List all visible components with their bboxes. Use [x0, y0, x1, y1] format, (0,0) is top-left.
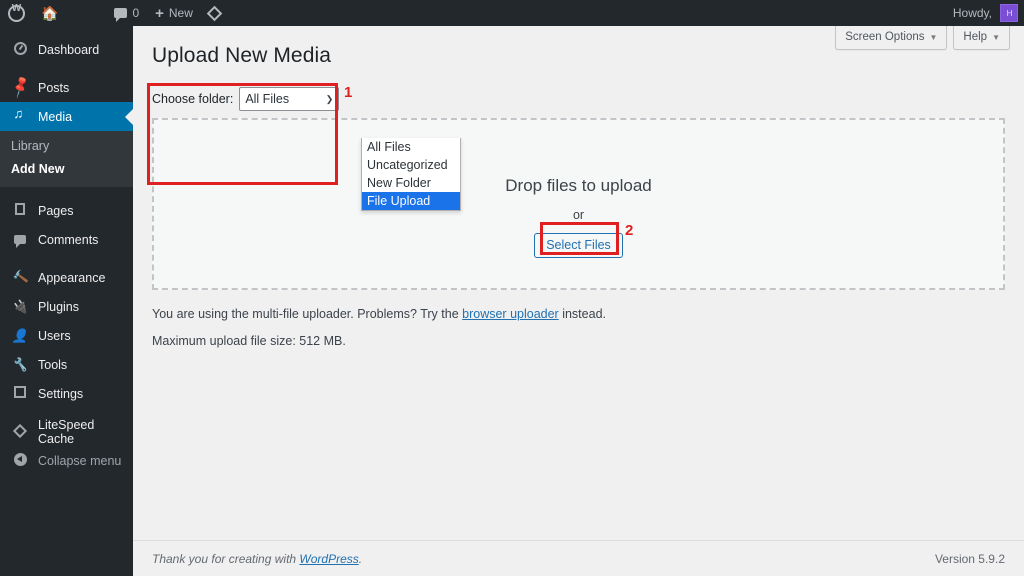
footer-thanks: Thank you for creating with WordPress. [152, 552, 362, 566]
sidebar-item-litespeed-cache[interactable]: LiteSpeed Cache [0, 417, 133, 446]
media-submenu: Library Add New [0, 131, 133, 187]
comments-count: 0 [132, 6, 140, 20]
sidebar-item-posts[interactable]: 📌 Posts [0, 73, 133, 102]
plus-icon: + [155, 4, 164, 22]
annotation-number-2: 2 [625, 222, 634, 239]
choose-folder-row: Choose folder: All Files ❯ [152, 87, 340, 111]
comments-menu[interactable]: 0 [106, 0, 147, 26]
choose-folder-dropdown-list[interactable]: All Files Uncategorized New Folder File … [361, 138, 461, 211]
new-content-menu[interactable]: + New [147, 0, 201, 26]
screen-meta-links: Screen Options ▼ Help ▼ [835, 26, 1010, 50]
choose-folder-selected-value: All Files [245, 92, 290, 106]
wordpress-logo-icon [8, 4, 25, 22]
select-files-button[interactable]: Select Files [534, 233, 623, 258]
dropzone-or-label: or [572, 208, 585, 222]
site-name-menu[interactable]: 🏠 [33, 0, 66, 26]
sidebar-item-label: LiteSpeed Cache [38, 417, 95, 446]
sidebar-item-label: Dashboard [38, 42, 100, 57]
sidebar-item-pages[interactable]: Pages [0, 196, 133, 225]
comments-icon [11, 232, 29, 248]
comment-bubble-icon [114, 8, 128, 22]
help-label: Help [963, 31, 988, 43]
sidebar-item-label: Users [38, 328, 71, 343]
litespeed-menu[interactable] [201, 0, 228, 26]
plugins-plug-icon: 🔌 [11, 298, 29, 314]
sidebar-item-label: Posts [38, 80, 70, 95]
dropdown-option-all-files[interactable]: All Files [362, 138, 460, 156]
wp-logo-menu[interactable] [0, 0, 33, 26]
appearance-brush-icon: 🔨 [9, 267, 30, 287]
admin-footer: Thank you for creating with WordPress. V… [133, 540, 1024, 576]
pages-icon [11, 203, 29, 218]
new-content-label: New [168, 6, 193, 20]
screen-options-button[interactable]: Screen Options ▼ [835, 26, 948, 50]
sidebar-item-label: Tools [38, 357, 68, 372]
litespeed-diamond-icon [11, 423, 29, 439]
choose-folder-select[interactable]: All Files ❯ [239, 87, 340, 111]
footer-version: Version 5.9.2 [934, 551, 1005, 566]
wordpress-link[interactable]: WordPress [299, 552, 358, 566]
admin-bar-right: Howdy, H [945, 0, 1024, 26]
chevron-down-icon: ▼ [992, 32, 1000, 42]
sidebar-item-label: Plugins [38, 299, 79, 314]
page-title: Upload New Media [152, 44, 332, 67]
sidebar-item-label: Pages [38, 203, 74, 218]
litespeed-diamond-icon [206, 5, 223, 21]
uploader-note-text-before: You are using the multi-file uploader. P… [152, 307, 463, 321]
dropdown-option-uncategorized[interactable]: Uncategorized [362, 156, 460, 174]
dropdown-option-file-upload[interactable]: File Upload [362, 192, 460, 210]
sidebar-item-users[interactable]: 👤 Users [0, 321, 133, 350]
max-upload-size-note: Maximum upload file size: 512 MB. [152, 334, 346, 348]
screen-options-label: Screen Options [845, 31, 925, 43]
sidebar-item-collapse-menu[interactable]: Collapse menu [0, 446, 133, 475]
chevron-down-icon: ▼ [929, 32, 938, 42]
sidebar-item-label: Collapse menu [38, 453, 122, 468]
settings-sliders-icon [11, 386, 29, 401]
sidebar-item-label: Settings [38, 386, 84, 401]
uploader-note-text-after: instead. [558, 307, 606, 321]
tools-wrench-icon: 🔧 [11, 356, 29, 372]
footer-thanks-before: Thank you for creating with [152, 551, 300, 566]
dropdown-option-new-folder[interactable]: New Folder [362, 174, 460, 192]
help-button[interactable]: Help ▼ [953, 26, 1010, 50]
main-content: Screen Options ▼ Help ▼ Upload New Media… [133, 26, 1024, 576]
footer-thanks-after: . [358, 551, 363, 566]
media-icon [11, 106, 29, 125]
dropzone-title: Drop files to upload [505, 176, 652, 195]
dropzone-inner: Drop files to upload or Select Files [154, 176, 1003, 258]
upload-dropzone[interactable]: Drop files to upload or Select Files [152, 118, 1005, 290]
sidebar-item-label: Comments [38, 232, 99, 247]
sidebar-item-label: Appearance [38, 270, 106, 285]
dashboard-icon [11, 41, 29, 58]
sidebar-item-media[interactable]: Media [0, 102, 133, 131]
sidebar-item-appearance[interactable]: 🔨 Appearance [0, 263, 133, 292]
sidebar-subitem-library[interactable]: Library [0, 135, 133, 158]
choose-folder-label: Choose folder: [152, 92, 234, 106]
sidebar-subitem-add-new[interactable]: Add New [0, 158, 133, 181]
sidebar-item-tools[interactable]: 🔧 Tools [0, 350, 133, 379]
home-icon: 🏠 [41, 5, 59, 21]
sidebar-item-settings[interactable]: Settings [0, 379, 133, 408]
multifile-uploader-note: You are using the multi-file uploader. P… [152, 307, 606, 321]
admin-sidebar: Dashboard 📌 Posts Media Library Add New … [0, 26, 133, 576]
pin-icon: 📌 [7, 75, 32, 99]
sidebar-item-dashboard[interactable]: Dashboard [0, 35, 133, 64]
howdy-greeting[interactable]: Howdy, [945, 6, 1000, 20]
users-icon: 👤 [11, 327, 29, 343]
screen-root: 🏠 0 + New Howdy, H Dashboard 📌 Posts [0, 0, 1024, 576]
admin-bar: 🏠 0 + New Howdy, H [0, 0, 1024, 26]
collapse-arrow-icon [11, 452, 29, 469]
sidebar-item-label: Media [38, 109, 73, 124]
browser-uploader-link[interactable]: browser uploader [462, 307, 559, 321]
chevron-down-icon: ❯ [325, 93, 334, 104]
annotation-number-1: 1 [344, 84, 353, 101]
sidebar-item-comments[interactable]: Comments [0, 225, 133, 254]
sidebar-item-plugins[interactable]: 🔌 Plugins [0, 292, 133, 321]
avatar[interactable]: H [1000, 4, 1018, 22]
